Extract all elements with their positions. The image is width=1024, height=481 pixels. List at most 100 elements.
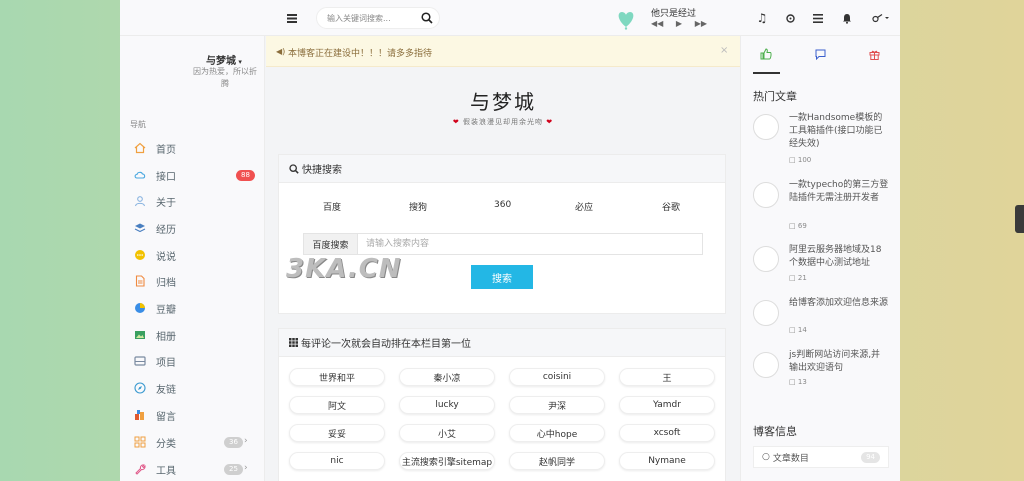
subtitle-text: 假装浪漫见却用余光吻: [463, 118, 543, 126]
sidebar-item-label: 首页: [156, 144, 176, 156]
comment-icon: [815, 49, 825, 60]
music-cover-icon[interactable]: [614, 8, 638, 30]
search-button[interactable]: 搜索: [471, 265, 533, 289]
key-icon[interactable]: [870, 10, 892, 26]
post-avatar: [753, 246, 779, 272]
commenter-pill[interactable]: 王: [619, 368, 715, 386]
player-controls: ◀◀ ▶ ▶▶: [651, 19, 707, 29]
sidebar-item-archive[interactable]: 归档: [120, 268, 265, 294]
commenter-pill[interactable]: 赵帆同学: [509, 452, 605, 470]
sidebar-item-categories[interactable]: 分类 36 ›: [120, 429, 265, 455]
sidebar-item-experience[interactable]: 经历: [120, 215, 265, 241]
sidebar-item-links[interactable]: 友链: [120, 375, 265, 401]
header-search-input[interactable]: [327, 13, 417, 23]
post-title[interactable]: 阿里云服务器地域及18个数据中心测试地址: [789, 244, 889, 270]
search-icon[interactable]: [421, 12, 433, 24]
user-description: 因为热爱，所以折腾: [193, 67, 257, 88]
bell-icon[interactable]: [839, 10, 855, 26]
hot-posts-title: 热门文章: [753, 90, 797, 103]
engine-baidu[interactable]: 百度: [323, 200, 341, 213]
commenter-pill[interactable]: 主流搜索引擎sitemap: [399, 452, 495, 470]
drive-icon: [134, 356, 146, 366]
sidebar-item-guestbook[interactable]: 留言: [120, 402, 265, 428]
sidebar-item-label: 关于: [156, 197, 176, 209]
commenter-pill[interactable]: Nymane: [619, 452, 715, 470]
user-name[interactable]: 与梦城 ▾: [206, 52, 242, 67]
sidebar-item-moments[interactable]: 说说: [120, 242, 265, 268]
wrench-icon: [135, 464, 146, 475]
post-avatar: [753, 300, 779, 326]
post-comment-count: □ 13: [789, 378, 807, 386]
post-avatar: [753, 352, 779, 378]
post-title[interactable]: 一款Handsome模板的工具箱插件(接口功能已经失效): [789, 112, 889, 151]
commenter-pill[interactable]: 世界和平: [289, 368, 385, 386]
scroll-edge-tab[interactable]: [1015, 205, 1024, 233]
nav-section-label: 导航: [130, 120, 146, 129]
site-title: 与梦城: [470, 90, 536, 114]
menu-grid-icon[interactable]: [284, 10, 300, 26]
tab-hot[interactable]: [753, 46, 779, 62]
commenter-pill[interactable]: 妥妥: [289, 424, 385, 442]
commenter-pill[interactable]: coisini: [509, 368, 605, 386]
post-comment-count: □ 100: [789, 156, 812, 164]
post-title[interactable]: js判断网站访问来源,并输出欢迎语句: [789, 349, 889, 375]
settings-icon[interactable]: [782, 10, 798, 26]
layers-icon: [134, 223, 146, 233]
sidebar-item-api[interactable]: 接口 88: [120, 162, 265, 188]
music-note-icon[interactable]: ♫: [754, 10, 770, 26]
player-song-title: 他只是经过: [651, 9, 697, 19]
notice-text: 本博客正在建设中！！！请多多指待: [288, 49, 433, 59]
commenter-pill[interactable]: 阿文: [289, 396, 385, 414]
post-comment-count: □ 14: [789, 326, 807, 334]
blog-info-title: 博客信息: [753, 425, 797, 438]
next-track-icon[interactable]: ▶▶: [695, 19, 707, 29]
commenter-pill[interactable]: 心中hope: [509, 424, 605, 442]
commenter-pill[interactable]: nic: [289, 452, 385, 470]
sidebar-item-label: 说说: [156, 251, 176, 263]
tab-comments[interactable]: [807, 46, 833, 62]
commenter-pill[interactable]: lucky: [399, 396, 495, 414]
sidebar-item-douban[interactable]: 豆瓣: [120, 295, 265, 321]
megaphone-icon: ◀): [276, 47, 286, 56]
thumbs-up-icon: [760, 48, 772, 60]
tab-gifts[interactable]: [861, 46, 887, 62]
quick-search-row: 百度搜索: [303, 233, 703, 255]
sidebar-item-label: 工具: [156, 465, 176, 477]
quick-search-input[interactable]: [358, 234, 702, 254]
commenter-pill[interactable]: 尹深: [509, 396, 605, 414]
commenter-pill[interactable]: 秦小凉: [399, 368, 495, 386]
engine-sogou[interactable]: 搜狗: [409, 200, 427, 213]
search-engine-addon[interactable]: 百度搜索: [304, 234, 358, 254]
book-icon: [135, 410, 144, 420]
post-avatar: [753, 114, 779, 140]
search-icon: [289, 163, 299, 174]
sidebar-item-home[interactable]: 首页: [120, 135, 265, 161]
comment-icon: □: [789, 156, 796, 164]
close-icon[interactable]: ×: [720, 45, 728, 56]
header-search[interactable]: [316, 7, 440, 29]
tools-badge: 25: [224, 464, 243, 475]
sidebar-item-tools[interactable]: 工具 25 ›: [120, 456, 265, 481]
engine-360[interactable]: 360: [494, 200, 511, 210]
sidebar-item-label: 相册: [156, 331, 176, 343]
notice-bar: ◀) 本博客正在建设中！！！请多多指待 ×: [266, 36, 740, 67]
sidebar-item-projects[interactable]: 项目: [120, 348, 265, 374]
comment-icon: □: [789, 222, 796, 230]
play-icon[interactable]: ▶: [676, 19, 682, 29]
sidebar-item-about[interactable]: 关于: [120, 188, 265, 214]
site-subtitle: ❤ 假装浪漫见却用余光吻 ❤: [266, 117, 740, 127]
commenter-pill[interactable]: 小艾: [399, 424, 495, 442]
commenter-pill[interactable]: Yamdr: [619, 396, 715, 414]
engine-google[interactable]: 谷歌: [662, 200, 680, 213]
commenter-pill[interactable]: xcsoft: [619, 424, 715, 442]
sidebar-item-album[interactable]: 相册: [120, 322, 265, 348]
engine-bing[interactable]: 必应: [575, 200, 593, 213]
categories-badge: 36: [224, 437, 243, 448]
info-row-label: 文章数目: [772, 453, 809, 464]
post-title[interactable]: 给博客添加欢迎信息来源: [789, 297, 889, 310]
quick-search-header: 快捷搜索: [279, 155, 725, 183]
prev-track-icon[interactable]: ◀◀: [651, 19, 663, 29]
comment-icon: □: [789, 378, 796, 386]
post-title[interactable]: 一款typecho的第三方登陆插件无需注册开发者: [789, 179, 889, 205]
list-icon[interactable]: [810, 10, 826, 26]
